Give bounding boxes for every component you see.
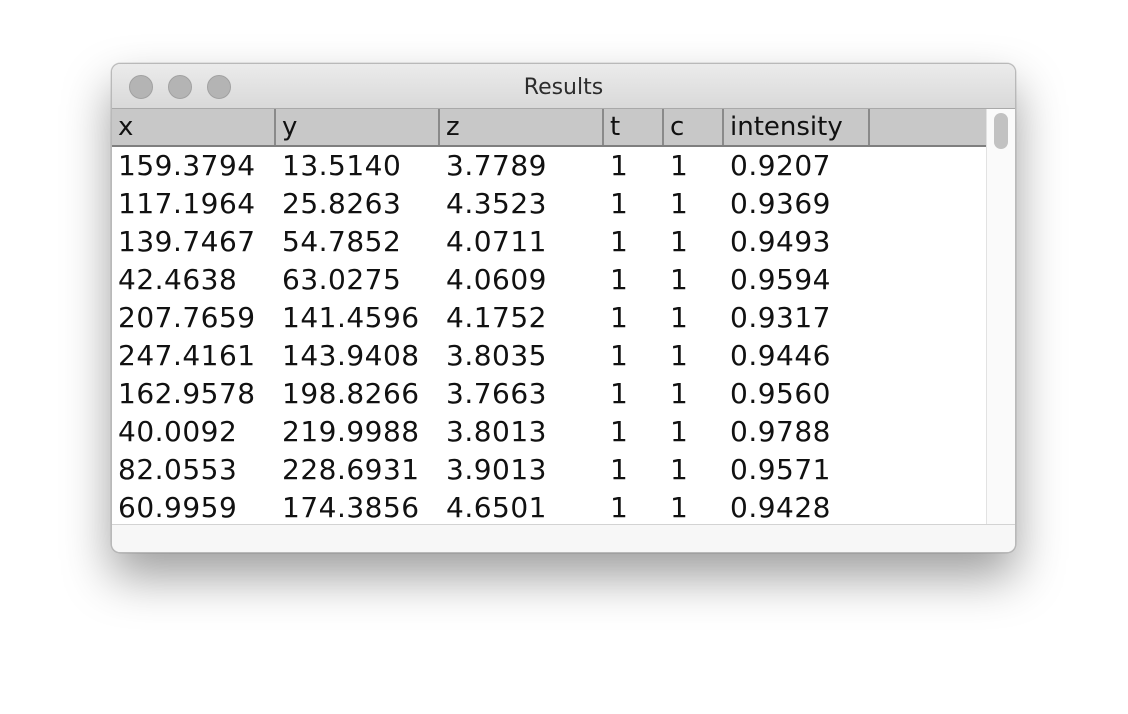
cell-y: 174.3856	[282, 491, 420, 524]
column-header-empty[interactable]	[870, 109, 986, 145]
cell-y: 141.4596	[282, 301, 420, 334]
column-header-c[interactable]: c	[664, 109, 724, 145]
cell-y: 198.8266	[282, 377, 420, 410]
column-header-intensity[interactable]: intensity	[724, 109, 870, 145]
table-row[interactable]: 82.0553 228.6931 3.9013 1 1 0.9571	[112, 451, 986, 489]
cell-z: 3.7789	[446, 149, 547, 182]
cell-c: 1	[670, 187, 689, 220]
status-bar	[112, 524, 1015, 552]
cell-intensity: 0.9369	[730, 187, 831, 220]
cell-c: 1	[670, 453, 689, 486]
cell-z: 4.1752	[446, 301, 547, 334]
cell-x: 247.4161	[118, 339, 256, 372]
cell-y: 13.5140	[282, 149, 402, 182]
cell-t: 1	[610, 225, 629, 258]
cell-intensity: 0.9788	[730, 415, 831, 448]
cell-intensity: 0.9594	[730, 263, 831, 296]
table-header: x y z t c intensity	[112, 109, 986, 147]
scrollbar-thumb[interactable]	[994, 113, 1008, 149]
results-window: Results x y z t c intensity 159.3794 13.5…	[111, 63, 1016, 553]
cell-y: 63.0275	[282, 263, 402, 296]
cell-x: 139.7467	[118, 225, 256, 258]
cell-x: 42.4638	[118, 263, 238, 296]
cell-t: 1	[610, 339, 629, 372]
cell-c: 1	[670, 491, 689, 524]
cell-z: 3.8035	[446, 339, 547, 372]
cell-t: 1	[610, 491, 629, 524]
cell-intensity: 0.9493	[730, 225, 831, 258]
title-bar[interactable]: Results	[112, 64, 1015, 109]
cell-y: 143.9408	[282, 339, 420, 372]
cell-t: 1	[610, 415, 629, 448]
cell-z: 4.0711	[446, 225, 547, 258]
table-row[interactable]: 159.3794 13.5140 3.7789 1 1 0.9207	[112, 147, 986, 185]
cell-z: 4.0609	[446, 263, 547, 296]
cell-t: 1	[610, 453, 629, 486]
cell-intensity: 0.9207	[730, 149, 831, 182]
cell-z: 4.6501	[446, 491, 547, 524]
window-title: Results	[523, 75, 604, 100]
cell-t: 1	[610, 377, 629, 410]
cell-x: 82.0553	[118, 453, 238, 486]
column-header-y[interactable]: y	[276, 109, 440, 145]
cell-y: 228.6931	[282, 453, 420, 486]
cell-z: 3.7663	[446, 377, 547, 410]
cell-x: 162.9578	[118, 377, 256, 410]
cell-c: 1	[670, 225, 689, 258]
cell-z: 3.8013	[446, 415, 547, 448]
cell-c: 1	[670, 301, 689, 334]
cell-c: 1	[670, 377, 689, 410]
column-header-t[interactable]: t	[604, 109, 664, 145]
cell-c: 1	[670, 339, 689, 372]
cell-y: 219.9988	[282, 415, 420, 448]
cell-intensity: 0.9428	[730, 491, 831, 524]
table-body: 159.3794 13.5140 3.7789 1 1 0.9207 117.1964 25.…	[112, 147, 986, 524]
cell-t: 1	[610, 263, 629, 296]
vertical-scrollbar[interactable]	[986, 109, 1015, 524]
cell-intensity: 0.9571	[730, 453, 831, 486]
cell-intensity: 0.9317	[730, 301, 831, 334]
cell-x: 60.9959	[118, 491, 238, 524]
results-table: x y z t c intensity 159.3794 13.5140 3.778…	[112, 109, 986, 524]
cell-y: 54.7852	[282, 225, 402, 258]
cell-x: 117.1964	[118, 187, 256, 220]
cell-t: 1	[610, 187, 629, 220]
column-header-z[interactable]: z	[440, 109, 604, 145]
cell-z: 4.3523	[446, 187, 547, 220]
table-row[interactable]: 60.9959 174.3856 4.6501 1 1 0.9428	[112, 489, 986, 524]
cell-intensity: 0.9446	[730, 339, 831, 372]
table-row[interactable]: 117.1964 25.8263 4.3523 1 1 0.9369	[112, 185, 986, 223]
column-header-x[interactable]: x	[112, 109, 276, 145]
table-row[interactable]: 162.9578 198.8266 3.7663 1 1 0.9560	[112, 375, 986, 413]
cell-c: 1	[670, 263, 689, 296]
cell-intensity: 0.9560	[730, 377, 831, 410]
cell-x: 159.3794	[118, 149, 256, 182]
table-row[interactable]: 247.4161 143.9408 3.8035 1 1 0.9446	[112, 337, 986, 375]
cell-c: 1	[670, 149, 689, 182]
cell-t: 1	[610, 149, 629, 182]
cell-z: 3.9013	[446, 453, 547, 486]
table-row[interactable]: 139.7467 54.7852 4.0711 1 1 0.9493	[112, 223, 986, 261]
cell-x: 207.7659	[118, 301, 256, 334]
table-row[interactable]: 42.4638 63.0275 4.0609 1 1 0.9594	[112, 261, 986, 299]
cell-x: 40.0092	[118, 415, 238, 448]
table-row[interactable]: 207.7659 141.4596 4.1752 1 1 0.9317	[112, 299, 986, 337]
cell-c: 1	[670, 415, 689, 448]
cell-y: 25.8263	[282, 187, 402, 220]
cell-t: 1	[610, 301, 629, 334]
table-row[interactable]: 40.0092 219.9988 3.8013 1 1 0.9788	[112, 413, 986, 451]
